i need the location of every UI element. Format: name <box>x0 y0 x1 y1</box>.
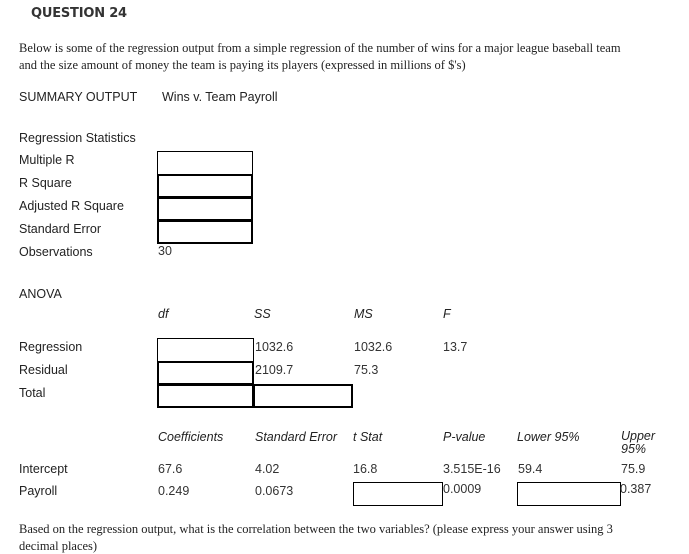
coef-col-upper-95: Upper 95% <box>621 430 655 456</box>
summary-output-subtitle: Wins v. Team Payroll <box>162 90 278 104</box>
question-title: QUESTION 24 <box>31 6 127 21</box>
intercept-lower-95-value: 59.4 <box>518 462 543 476</box>
anova-row-label-total: Total <box>19 386 46 400</box>
coef-col-standard-error: Standard Error <box>255 430 337 444</box>
residual-df-blank-box <box>157 361 254 385</box>
stat-label-standard-error: Standard Error <box>19 222 101 236</box>
payroll-p-value: 0.0009 <box>443 482 482 496</box>
multiple-r-blank-box <box>157 151 253 175</box>
coef-col-t-stat: t Stat <box>353 430 383 444</box>
intro-text-line-2: and the size amount of money the team is… <box>19 58 466 72</box>
intercept-coef-value: 67.6 <box>158 462 183 476</box>
question-prompt-line-1: Based on the regression output, what is … <box>19 522 613 536</box>
regression-ms-value: 1032.6 <box>354 340 393 354</box>
stat-label-r-square: R Square <box>19 176 72 190</box>
intercept-upper-95-value: 75.9 <box>621 462 646 476</box>
regression-ss-value: 1032.6 <box>255 340 294 354</box>
anova-heading: ANOVA <box>19 287 62 301</box>
payroll-coef-value: 0.249 <box>158 484 190 498</box>
payroll-upper-95-value: 0.387 <box>620 482 652 496</box>
anova-col-ss: SS <box>254 307 271 321</box>
coef-col-coefficients: Coefficients <box>158 430 224 444</box>
anova-col-ms: MS <box>354 307 373 321</box>
stat-label-multiple-r: Multiple R <box>19 153 75 167</box>
coef-row-label-payroll: Payroll <box>19 484 58 498</box>
coef-col-p-value: P-value <box>443 430 486 444</box>
intercept-t-value: 16.8 <box>353 462 378 476</box>
intercept-se-value: 4.02 <box>255 462 280 476</box>
total-ss-blank-box <box>253 384 353 408</box>
regression-f-value: 13.7 <box>443 340 468 354</box>
payroll-se-value: 0.0673 <box>255 484 294 498</box>
stat-label-adjusted-r-square: Adjusted R Square <box>19 199 124 213</box>
standard-error-blank-box <box>157 220 253 244</box>
intercept-p-value: 3.515E-16 <box>443 462 501 476</box>
regression-statistics-heading: Regression Statistics <box>19 131 136 145</box>
stat-label-observations: Observations <box>19 245 93 259</box>
residual-ms-value: 75.3 <box>354 363 379 377</box>
adjusted-r-square-blank-box <box>157 197 253 221</box>
residual-ss-value: 2109.7 <box>255 363 294 377</box>
regression-df-blank-box <box>157 338 254 362</box>
payroll-lower-95-blank-box <box>517 482 621 506</box>
payroll-t-stat-blank-box <box>353 482 443 506</box>
total-df-blank-box <box>157 384 254 408</box>
coef-col-upper-95-line2: 95% <box>621 442 647 456</box>
r-square-blank-box <box>157 174 253 198</box>
observations-value: 30 <box>158 244 172 258</box>
coef-row-label-intercept: Intercept <box>19 462 68 476</box>
anova-row-label-regression: Regression <box>19 340 83 354</box>
anova-col-df: df <box>158 307 169 321</box>
summary-output-label: SUMMARY OUTPUT <box>19 90 138 104</box>
anova-row-label-residual: Residual <box>19 363 68 377</box>
intro-text-line-1: Below is some of the regression output f… <box>19 41 621 55</box>
coef-col-lower-95: Lower 95% <box>517 430 580 444</box>
anova-col-f: F <box>443 307 451 321</box>
